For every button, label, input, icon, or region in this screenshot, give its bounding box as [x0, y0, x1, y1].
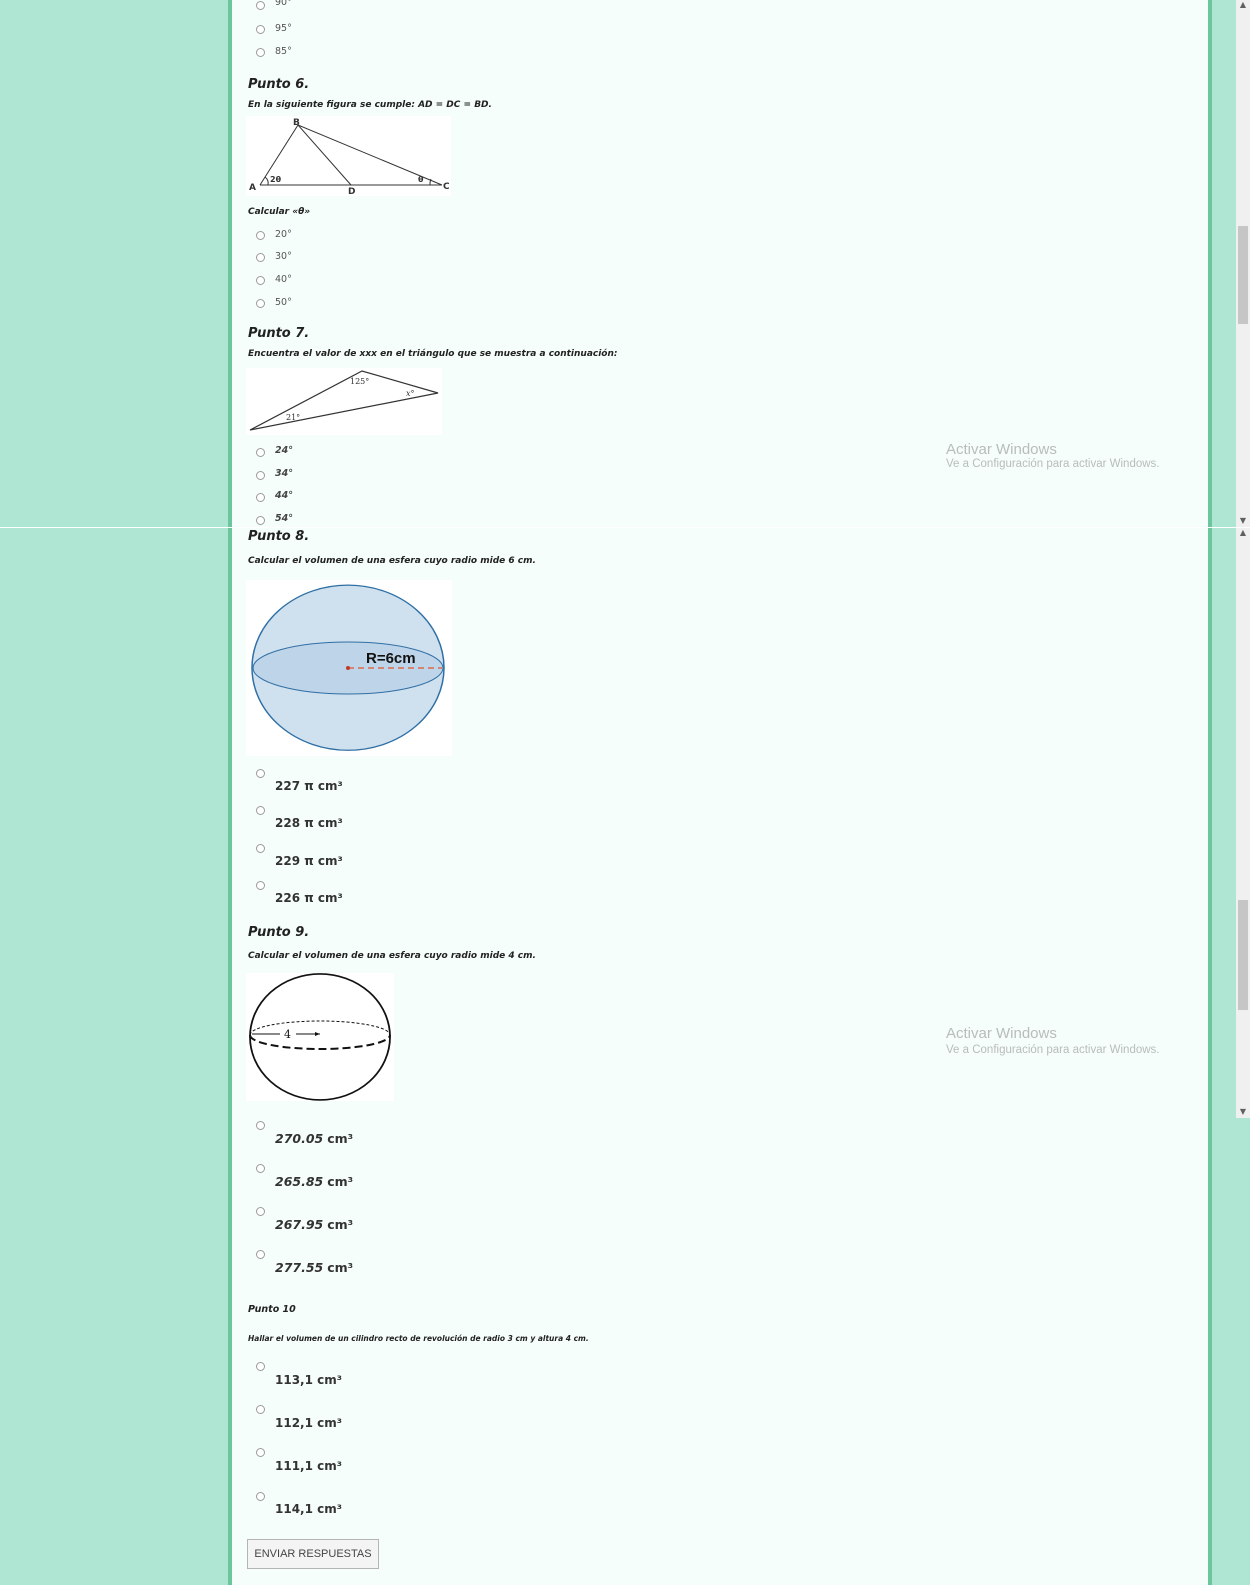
angle-label-a: 2θ — [270, 175, 282, 184]
option-unit: cm³ — [327, 1131, 354, 1146]
question-title: Punto 6. — [248, 77, 310, 92]
option-label: 20° — [275, 229, 292, 240]
radio-button[interactable] — [256, 1207, 265, 1216]
scroll-up-arrow-icon[interactable]: ▲ — [1236, 0, 1250, 9]
angle-label-c: θ — [418, 175, 424, 184]
option-unit: cm³ — [327, 1217, 354, 1232]
radio-button[interactable] — [256, 1362, 265, 1371]
radio-button[interactable] — [256, 48, 265, 57]
question-text: Calcular el volumen de una esfera cuyo r… — [248, 951, 536, 961]
option-label: 265.85 cm³ — [275, 1174, 353, 1189]
option-label: 95° — [275, 23, 292, 34]
option-label: 24° — [275, 445, 293, 456]
question-title: Punto 7. — [248, 326, 310, 341]
vertex-label-b: B — [293, 118, 300, 128]
option-number: 277.55 — [275, 1260, 324, 1275]
option-label: 114,1 cm³ — [275, 1502, 343, 1516]
form-card-top: 90° 95° 85° Punto 6. En la siguiente fig… — [228, 0, 1212, 527]
angle-label-right: x° — [406, 389, 415, 398]
option-label: 267.95 cm³ — [275, 1217, 353, 1232]
activation-watermark-title: Activar Windows — [946, 441, 1057, 458]
radio-button[interactable] — [256, 769, 265, 778]
vertex-label-c: C — [443, 182, 450, 192]
vertical-scrollbar[interactable]: ▲ ▼ — [1236, 528, 1250, 1118]
option-number: 267.95 — [275, 1217, 324, 1232]
option-label: 112,1 cm³ — [275, 1416, 343, 1430]
radio-button[interactable] — [256, 493, 265, 502]
angle-label-left: 21° — [286, 413, 300, 422]
triangle-figure-2: 125° x° 21° — [246, 368, 442, 435]
question-title: Punto 10 — [248, 1304, 296, 1315]
option-label: 85° — [275, 46, 292, 57]
option-label: 226 π cm³ — [275, 891, 343, 905]
triangle-figure: A B C D 2θ θ — [246, 116, 451, 197]
radio-button[interactable] — [256, 25, 265, 34]
radio-button[interactable] — [256, 1405, 265, 1414]
sphere-figure: R=6cm — [246, 580, 452, 756]
option-label: 30° — [275, 251, 292, 262]
activation-watermark-title: Activar Windows — [946, 1025, 1057, 1042]
scroll-up-arrow-icon[interactable]: ▲ — [1236, 528, 1250, 537]
option-number: 270.05 — [275, 1131, 324, 1146]
radio-button[interactable] — [256, 516, 265, 525]
scrollbar-thumb[interactable] — [1238, 226, 1248, 324]
radio-button[interactable] — [256, 299, 265, 308]
bottom-pane: Punto 8. Calcular el volumen de una esfe… — [0, 528, 1250, 1585]
vertex-label-d: D — [348, 187, 355, 196]
activation-watermark-subtitle: Ve a Configuración para activar Windows. — [946, 1044, 1160, 1056]
option-number: 265.85 — [275, 1174, 324, 1189]
scrollbar-thumb[interactable] — [1238, 900, 1248, 1010]
question-prompt: Calcular «θ» — [248, 207, 311, 217]
question-text: En la siguiente figura se cumple: AD = D… — [248, 100, 492, 110]
radius-label: 4 — [284, 1028, 291, 1041]
angle-label-top: 125° — [350, 377, 369, 386]
top-pane: 90° 95° 85° Punto 6. En la siguiente fig… — [0, 0, 1250, 527]
option-label: 227 π cm³ — [275, 779, 343, 793]
radio-button[interactable] — [256, 231, 265, 240]
option-unit: cm³ — [327, 1260, 354, 1275]
scroll-down-arrow-icon[interactable]: ▼ — [1236, 1107, 1250, 1116]
radio-button[interactable] — [256, 881, 265, 890]
radio-button[interactable] — [256, 1250, 265, 1259]
radio-button[interactable] — [256, 471, 265, 480]
question-title: Punto 9. — [248, 925, 310, 940]
option-label: 270.05 cm³ — [275, 1131, 353, 1146]
activation-watermark-subtitle: Ve a Configuración para activar Windows. — [946, 458, 1160, 470]
radio-button[interactable] — [256, 253, 265, 262]
option-label: 50° — [275, 297, 292, 308]
option-label: 277.55 cm³ — [275, 1260, 353, 1275]
vertical-scrollbar[interactable]: ▲ ▼ — [1236, 0, 1250, 527]
option-label: 34° — [275, 468, 293, 479]
radio-button[interactable] — [256, 1121, 265, 1130]
question-text: Hallar el volumen de un cilindro recto d… — [248, 1334, 589, 1343]
option-label: 90° — [275, 0, 292, 8]
option-label: 44° — [275, 490, 293, 501]
option-unit: cm³ — [327, 1174, 354, 1189]
radio-button[interactable] — [256, 1, 265, 10]
option-label: 228 π cm³ — [275, 816, 343, 830]
sphere-figure-2: 4 — [246, 973, 394, 1101]
radio-button[interactable] — [256, 1164, 265, 1173]
option-label: 54° — [275, 513, 293, 524]
radio-button[interactable] — [256, 448, 265, 457]
question-text: Calcular el volumen de una esfera cuyo r… — [248, 556, 536, 566]
form-card-bottom: Punto 8. Calcular el volumen de una esfe… — [228, 528, 1212, 1585]
submit-button[interactable]: ENVIAR RESPUESTAS — [247, 1539, 379, 1569]
question-text: Encuentra el valor de xxx en el triángul… — [248, 349, 618, 359]
radio-button[interactable] — [256, 806, 265, 815]
radio-button[interactable] — [256, 844, 265, 853]
radius-label: R=6cm — [366, 650, 416, 667]
option-label: 113,1 cm³ — [275, 1373, 343, 1387]
option-label: 229 π cm³ — [275, 854, 343, 868]
radio-button[interactable] — [256, 1492, 265, 1501]
question-title: Punto 8. — [248, 529, 310, 544]
scroll-down-arrow-icon[interactable]: ▼ — [1236, 516, 1250, 525]
option-label: 111,1 cm³ — [275, 1459, 343, 1473]
vertex-label-a: A — [249, 183, 256, 193]
radio-button[interactable] — [256, 276, 265, 285]
option-label: 40° — [275, 274, 292, 285]
radio-button[interactable] — [256, 1448, 265, 1457]
